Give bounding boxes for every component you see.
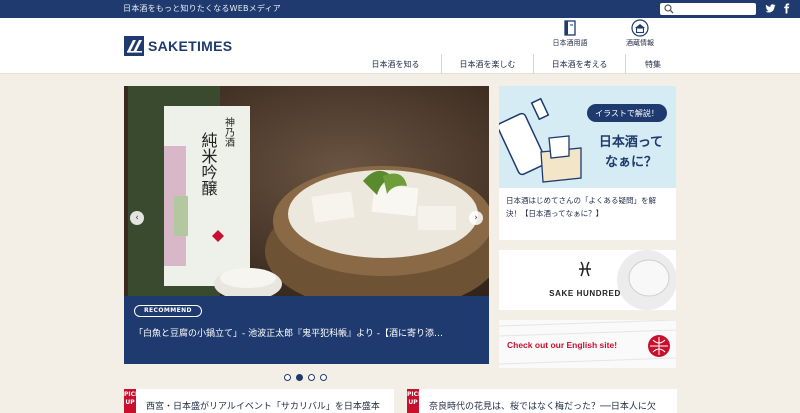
pickup-article-1[interactable]: PICK UP 西宮・日本盛がリアルイベント「サカリバル」を日本盛本 [124, 389, 394, 413]
pickup-tag: PICK UP [407, 389, 423, 413]
main-nav: 日本酒を知る 日本酒を楽しむ 日本酒を考える 特集 [350, 54, 680, 74]
sake-hundred-text: SAKE HUNDRED [549, 289, 621, 298]
brewery-icon [631, 19, 649, 37]
dictionary-icon [564, 20, 576, 36]
site-tagline: 日本酒をもっと知りたくなるWEBメディア [123, 4, 281, 13]
util-dictionary[interactable]: 日本酒用語 [535, 19, 605, 48]
top-bar: 日本酒をもっと知りたくなるWEBメディア [0, 0, 800, 18]
search-input[interactable] [660, 3, 756, 15]
nav-item-know[interactable]: 日本酒を知る [350, 54, 442, 74]
slide-caption[interactable]: RECOMMEND 「白魚と豆腐の小鍋立て」- 池波正太郎『鬼平犯科帳』より -… [124, 296, 489, 364]
illus-title-line-2: なぁに？ [605, 155, 657, 170]
util-brewery-label: 酒蔵情報 [626, 39, 654, 47]
slider-dot[interactable] [320, 374, 327, 381]
illus-bubble-text: イラストで解説！ [595, 108, 659, 118]
illus-title-line-1: 日本酒って [599, 134, 663, 150]
bottle-label-text: 純米吟醸 [199, 132, 218, 197]
slider-dot-active[interactable] [296, 374, 303, 381]
english-banner-graphic: Check out our English site! [499, 320, 676, 368]
side-illustration[interactable]: イラストで解説！ 日本酒って なぁに？ [499, 86, 676, 188]
side-feature-card[interactable]: イラストで解説！ 日本酒って なぁに？ 日本酒はじめてさんの「よくある疑問」を解… [499, 86, 676, 240]
slider-dot[interactable] [284, 374, 291, 381]
slider-prev-button[interactable]: ‹ [130, 211, 144, 225]
search-icon[interactable] [664, 4, 674, 14]
facebook-icon[interactable] [781, 3, 792, 14]
nav-item-enjoy[interactable]: 日本酒を楽しむ [442, 54, 534, 74]
util-dictionary-label: 日本酒用語 [552, 39, 588, 47]
slide-caption-text[interactable]: 「白魚と豆腐の小鍋立て」- 池波正太郎『鬼平犯科帳』より -【酒に寄り添… [134, 326, 443, 339]
twitter-icon[interactable] [765, 3, 776, 14]
logo-mark-icon [124, 36, 144, 56]
pickup-article-2[interactable]: PICK UP 奈良時代の花見は、桜ではなく梅だった？──日本人に欠 [407, 389, 677, 413]
slider-next-button[interactable]: › [469, 211, 483, 225]
english-banner-text: Check out our English site! [507, 340, 617, 350]
bottle-brand-text: 神乃酒 [223, 116, 235, 148]
site-logo[interactable]: SAKETIMES [124, 36, 232, 56]
side-card-text[interactable]: 日本酒はじめてさんの「よくある疑問」を解決！【日本酒ってなぁに？】 [506, 194, 670, 220]
slide-image[interactable]: 純米吟醸 神乃酒 [128, 86, 489, 296]
pickup-title[interactable]: 奈良時代の花見は、桜ではなく梅だった？──日本人に欠 [429, 399, 656, 412]
slider-dots [284, 374, 327, 381]
english-site-banner[interactable]: Check out our English site! [499, 320, 676, 368]
logo-text: SAKETIMES [148, 38, 233, 54]
util-brewery[interactable]: 酒蔵情報 [605, 19, 675, 48]
nav-item-think[interactable]: 日本酒を考える [534, 54, 626, 74]
recommend-badge: RECOMMEND [134, 305, 202, 317]
sake-hundred-banner[interactable]: SAKE HUNDRED [499, 250, 677, 310]
sake-hundred-graphic: SAKE HUNDRED [499, 250, 677, 310]
pickup-title[interactable]: 西宮・日本盛がリアルイベント「サカリバル」を日本盛本 [146, 399, 380, 412]
slider-dot[interactable] [308, 374, 315, 381]
nav-item-feature[interactable]: 特集 [626, 54, 680, 74]
site-header: SAKETIMES 日本酒用語 酒蔵情報 日本酒を知る 日本酒を楽しむ 日本酒を… [0, 18, 800, 74]
pickup-tag: PICK UP [124, 389, 140, 413]
